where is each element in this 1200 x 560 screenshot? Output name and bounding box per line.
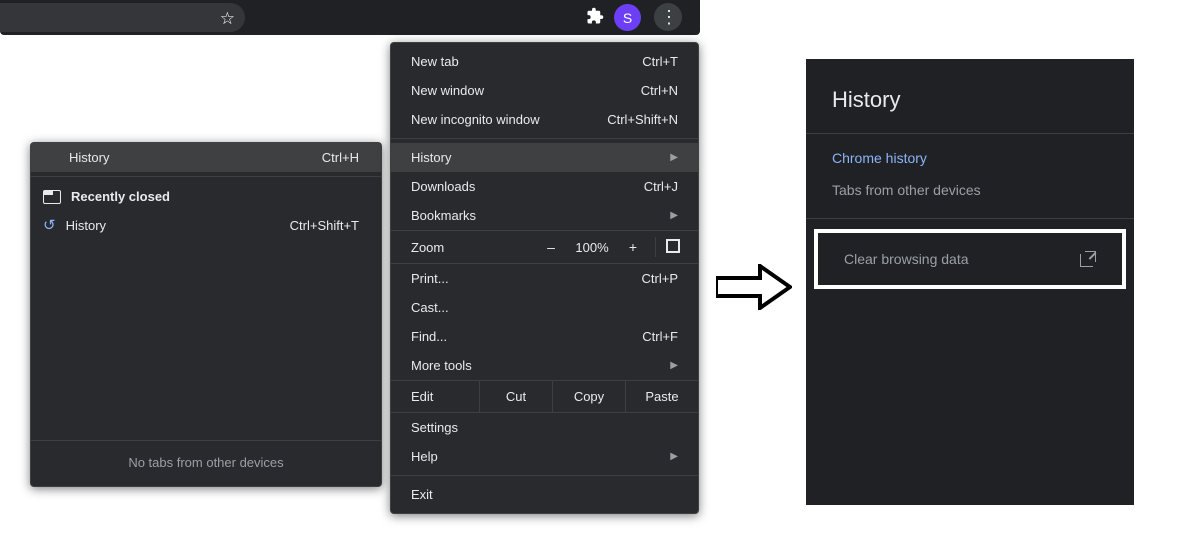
separator bbox=[806, 218, 1134, 219]
shortcut-text: Ctrl+F bbox=[642, 329, 678, 344]
paste-button[interactable]: Paste bbox=[625, 381, 698, 412]
recently-closed-label: Recently closed bbox=[71, 189, 170, 204]
submenu-recent-item[interactable]: ↺ History Ctrl+Shift+T bbox=[31, 210, 381, 240]
menu-item-print[interactable]: Print... Ctrl+P bbox=[391, 264, 698, 293]
submenu-label: History bbox=[69, 150, 109, 165]
zoom-out-button[interactable]: – bbox=[533, 239, 569, 255]
fullscreen-icon bbox=[666, 239, 680, 253]
clear-browsing-data-highlight: Clear browsing data bbox=[814, 229, 1126, 289]
tabs-other-devices-link[interactable]: Tabs from other devices bbox=[806, 182, 1134, 218]
menu-label: Exit bbox=[411, 487, 433, 502]
menu-label: Bookmarks bbox=[411, 208, 476, 223]
shortcut-text: Ctrl+N bbox=[641, 83, 678, 98]
menu-item-downloads[interactable]: Downloads Ctrl+J bbox=[391, 172, 698, 201]
submenu-footer: No tabs from other devices bbox=[31, 440, 381, 480]
shortcut-text: Ctrl+T bbox=[642, 54, 678, 69]
recent-item-label: History bbox=[66, 218, 106, 233]
menu-item-new-tab[interactable]: New tab Ctrl+T bbox=[391, 47, 698, 76]
edit-label: Edit bbox=[391, 381, 479, 412]
menu-label: Settings bbox=[411, 420, 458, 435]
fullscreen-button[interactable] bbox=[660, 239, 686, 256]
menu-label: Help bbox=[411, 449, 438, 464]
shortcut-text: Ctrl+Shift+N bbox=[607, 112, 678, 127]
submenu-recently-closed-header: Recently closed bbox=[31, 181, 381, 210]
chevron-right-icon: ▶ bbox=[670, 210, 678, 221]
menu-label: Downloads bbox=[411, 179, 475, 194]
browser-top-bar: ☆ S ⋮ bbox=[0, 0, 700, 35]
cut-button[interactable]: Cut bbox=[479, 381, 552, 412]
address-bar[interactable]: ☆ bbox=[0, 3, 245, 32]
window-icon bbox=[43, 190, 61, 204]
chrome-history-link[interactable]: Chrome history bbox=[806, 134, 1134, 182]
shortcut-text: Ctrl+H bbox=[322, 150, 359, 165]
menu-label: Find... bbox=[411, 329, 447, 344]
overflow-menu-icon[interactable]: ⋮ bbox=[654, 3, 682, 31]
menu-label: More tools bbox=[411, 358, 472, 373]
chevron-right-icon: ▶ bbox=[670, 152, 678, 163]
menu-label: New tab bbox=[411, 54, 459, 69]
bookmark-star-icon[interactable]: ☆ bbox=[220, 9, 235, 29]
profile-avatar[interactable]: S bbox=[614, 4, 641, 31]
extensions-icon[interactable] bbox=[586, 7, 604, 30]
shortcut-text: Ctrl+J bbox=[644, 179, 678, 194]
menu-item-bookmarks[interactable]: Bookmarks ▶ bbox=[391, 201, 698, 230]
menu-label: Cast... bbox=[411, 300, 449, 315]
copy-button[interactable]: Copy bbox=[552, 381, 625, 412]
menu-item-exit[interactable]: Exit bbox=[391, 480, 698, 509]
zoom-label: Zoom bbox=[411, 240, 533, 255]
menu-separator bbox=[31, 176, 381, 177]
zoom-in-button[interactable]: + bbox=[615, 239, 651, 255]
arrow-icon bbox=[716, 264, 792, 310]
shortcut-text: Ctrl+Shift+T bbox=[290, 218, 359, 233]
history-submenu: History Ctrl+H Recently closed ↺ History… bbox=[30, 142, 382, 487]
submenu-item-history[interactable]: History Ctrl+H bbox=[31, 143, 381, 172]
open-external-icon bbox=[1080, 251, 1096, 267]
footer-text: No tabs from other devices bbox=[128, 455, 283, 470]
menu-separator bbox=[391, 138, 698, 139]
clear-data-label: Clear browsing data bbox=[844, 251, 969, 267]
menu-label: New incognito window bbox=[411, 112, 540, 127]
menu-item-edit: Edit Cut Copy Paste bbox=[391, 380, 698, 413]
shortcut-text: Ctrl+P bbox=[642, 271, 678, 286]
menu-item-new-incognito[interactable]: New incognito window Ctrl+Shift+N bbox=[391, 105, 698, 134]
history-clock-icon: ↺ bbox=[43, 216, 56, 234]
chevron-right-icon: ▶ bbox=[670, 360, 678, 371]
menu-separator bbox=[391, 475, 698, 476]
menu-item-cast[interactable]: Cast... bbox=[391, 293, 698, 322]
menu-label: History bbox=[411, 150, 451, 165]
menu-item-history[interactable]: History ▶ bbox=[391, 143, 698, 172]
menu-item-new-window[interactable]: New window Ctrl+N bbox=[391, 76, 698, 105]
menu-label: New window bbox=[411, 83, 484, 98]
menu-item-settings[interactable]: Settings bbox=[391, 413, 698, 442]
menu-item-find[interactable]: Find... Ctrl+F bbox=[391, 322, 698, 351]
clear-browsing-data-button[interactable]: Clear browsing data bbox=[818, 233, 1122, 285]
separator bbox=[655, 237, 656, 257]
zoom-percentage: 100% bbox=[569, 240, 615, 255]
menu-label: Print... bbox=[411, 271, 449, 286]
overflow-menu: New tab Ctrl+T New window Ctrl+N New inc… bbox=[390, 42, 699, 514]
chevron-right-icon: ▶ bbox=[670, 451, 678, 462]
menu-item-zoom: Zoom – 100% + bbox=[391, 230, 698, 264]
menu-item-help[interactable]: Help ▶ bbox=[391, 442, 698, 471]
avatar-letter: S bbox=[623, 10, 632, 26]
menu-item-more-tools[interactable]: More tools ▶ bbox=[391, 351, 698, 380]
history-page-panel: History Chrome history Tabs from other d… bbox=[806, 59, 1134, 505]
history-page-title: History bbox=[806, 59, 1134, 133]
